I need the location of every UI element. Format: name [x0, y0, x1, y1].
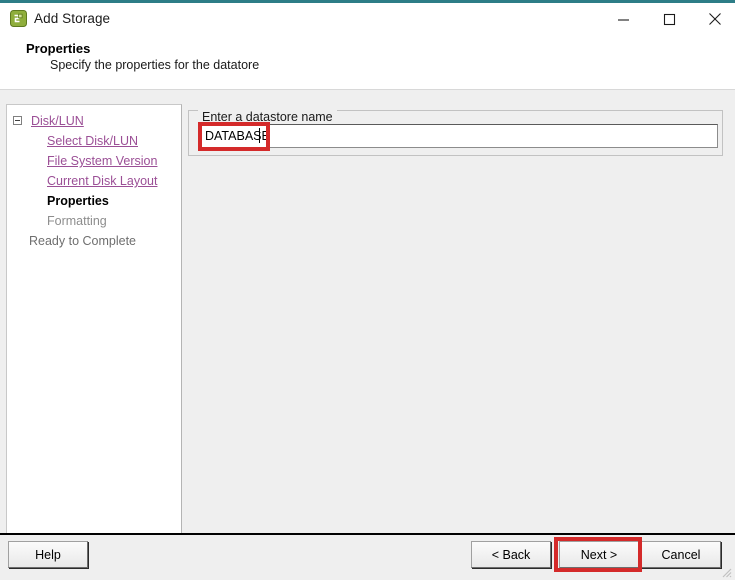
datastore-name-input[interactable] [200, 124, 718, 148]
sidebar-item-current-disk-layout[interactable]: Current Disk Layout [7, 171, 181, 191]
groupbox-legend: Enter a datastore name [198, 110, 337, 124]
maximize-button[interactable] [646, 3, 692, 35]
window-title: Add Storage [34, 11, 111, 26]
collapse-toggle-icon[interactable] [13, 116, 22, 125]
sidebar-item-label: File System Version [47, 154, 158, 168]
title-bar: Add Storage [0, 3, 735, 36]
sidebar-item-disk-lun[interactable]: Disk/LUN [7, 111, 181, 131]
sidebar-item-label: Select Disk/LUN [47, 134, 138, 148]
page-title: Properties [26, 41, 91, 56]
sidebar-item-label: Formatting [47, 214, 107, 228]
sidebar-item-label: Properties [47, 194, 109, 208]
sidebar-item-label: Current Disk Layout [47, 174, 158, 188]
sidebar-item-label: Disk/LUN [31, 114, 84, 128]
dialog-footer: Help < Back Next > Cancel [0, 535, 735, 580]
page-subtitle: Specify the properties for the datatore [50, 58, 260, 72]
help-button[interactable]: Help [8, 541, 88, 568]
minimize-button[interactable] [600, 3, 646, 35]
close-icon [709, 13, 721, 25]
add-storage-dialog: Add Storage Properties Specify the prope… [0, 0, 735, 580]
resize-grip-icon[interactable] [718, 564, 732, 578]
next-button[interactable]: Next > [559, 541, 639, 568]
close-button[interactable] [692, 3, 735, 35]
maximize-icon [663, 13, 675, 25]
sidebar-item-select-disk-lun[interactable]: Select Disk/LUN [7, 131, 181, 151]
properties-panel: Enter a datastore name [188, 104, 729, 534]
dialog-body: Disk/LUN Select Disk/LUN File System Ver… [0, 90, 735, 534]
sidebar-item-label: Ready to Complete [29, 234, 137, 248]
wizard-step-tree: Disk/LUN Select Disk/LUN File System Ver… [6, 104, 182, 534]
minimize-icon [617, 18, 629, 21]
storage-wizard-icon [10, 10, 27, 27]
sidebar-item-file-system-version[interactable]: File System Version [7, 151, 181, 171]
sidebar-item-ready-to-complete: Ready to Complete [7, 231, 181, 251]
sidebar-item-formatting: Formatting [7, 211, 181, 231]
cancel-button[interactable]: Cancel [641, 541, 721, 568]
back-button[interactable]: < Back [471, 541, 551, 568]
sidebar-item-properties[interactable]: Properties [7, 191, 181, 211]
text-caret [259, 128, 260, 143]
